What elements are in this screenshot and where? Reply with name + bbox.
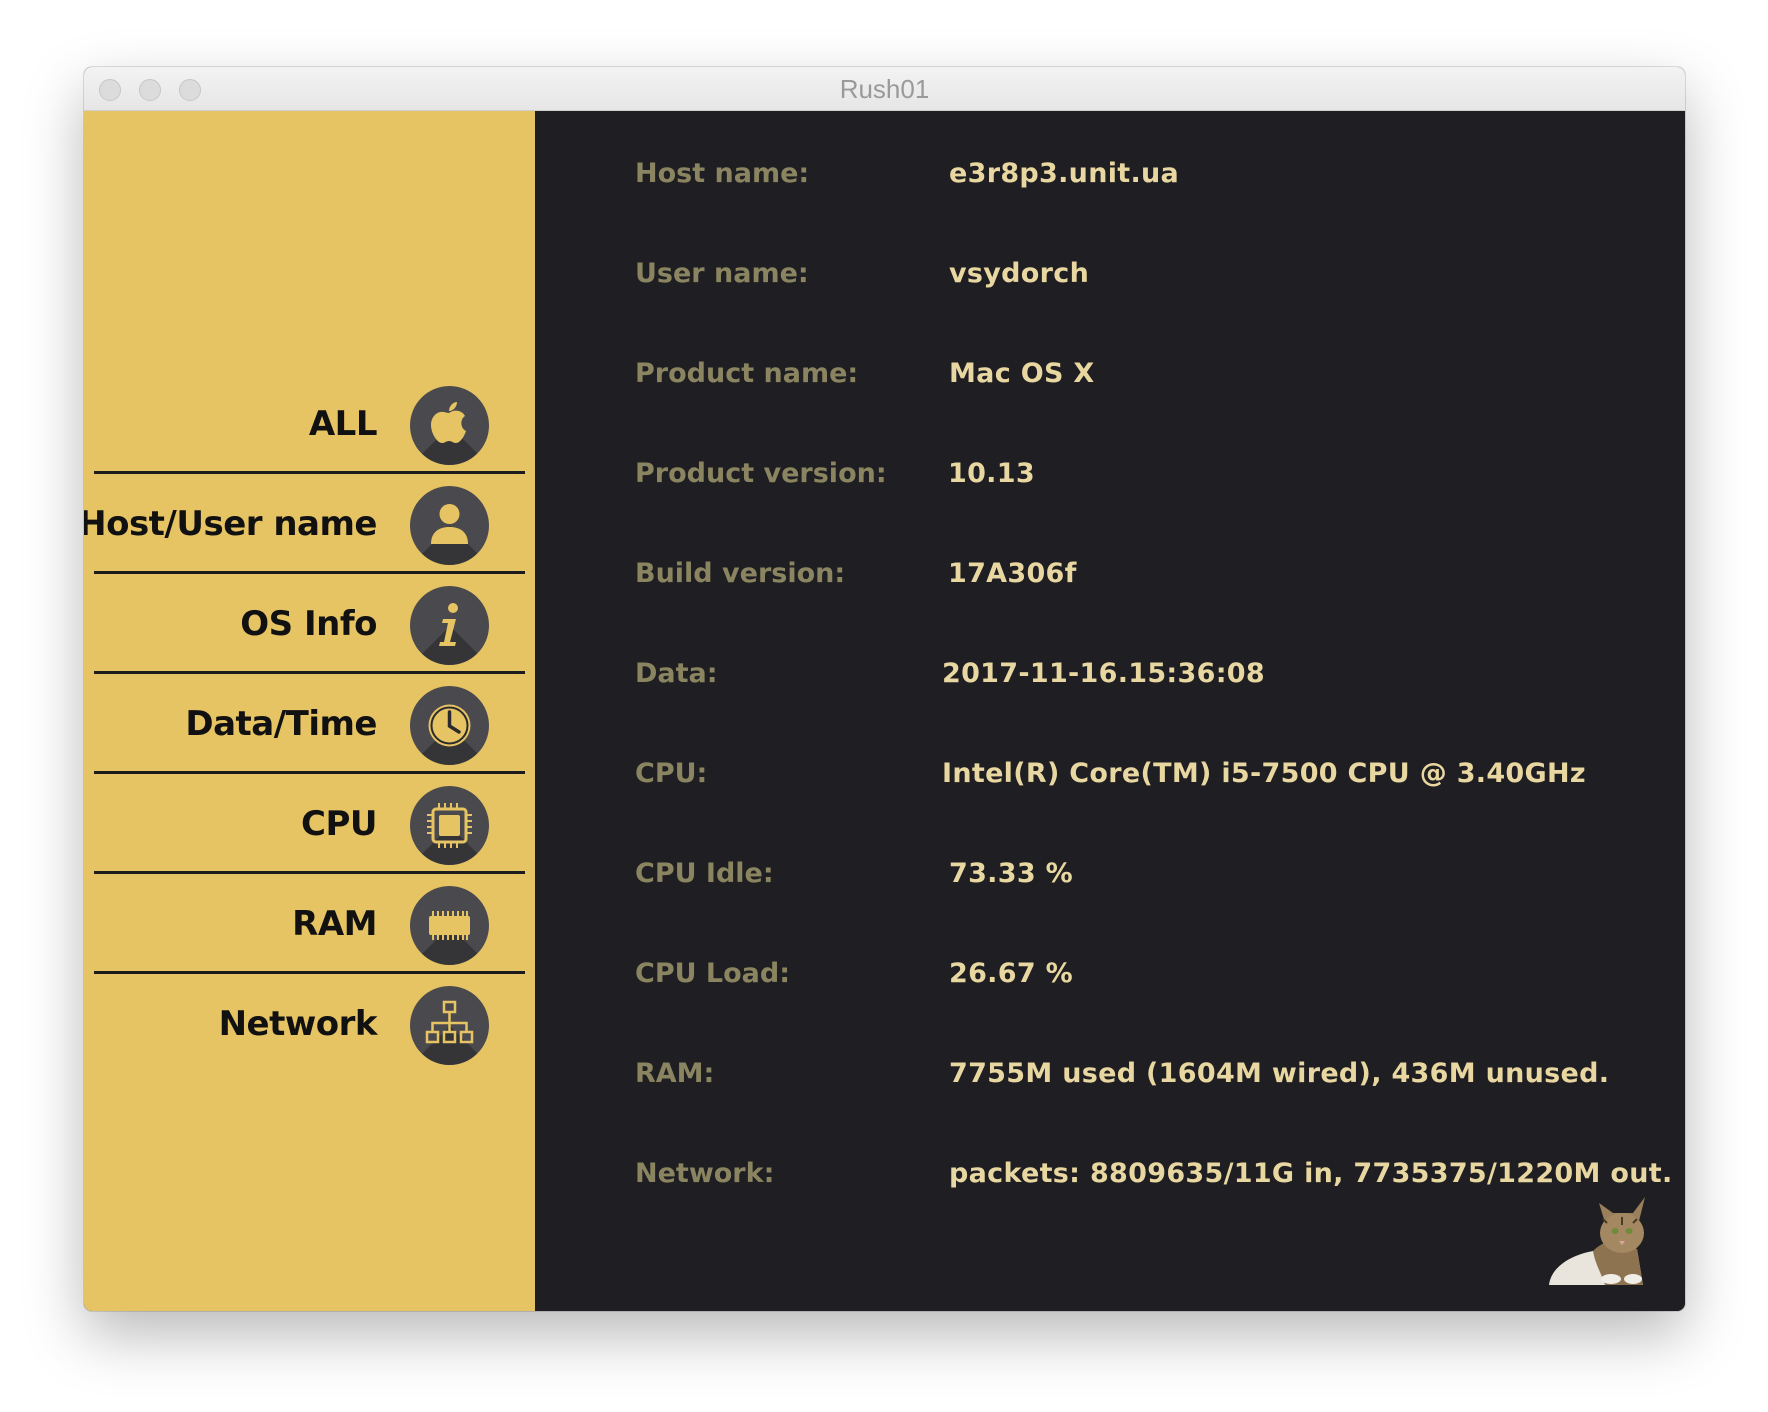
title-bar[interactable]: Rush01 (84, 67, 1685, 111)
info-value: Mac OS X (949, 358, 1095, 389)
sidebar-item-label: ALL (308, 404, 378, 444)
info-row-cpu-idle: CPU Idle: 73.33 % (535, 844, 1685, 904)
sidebar-item-label: CPU (301, 804, 377, 844)
info-icon (410, 586, 489, 665)
sidebar-item-network[interactable]: Network (94, 974, 525, 1074)
info-label: Data: (635, 658, 718, 689)
info-label: Product version: (635, 458, 887, 489)
info-value: 17A306f (948, 558, 1077, 589)
info-row-host-name: Host name: e3r8p3.unit.ua (535, 144, 1685, 204)
info-value: Intel(R) Core(TM) i5-7500 CPU @ 3.40GHz (942, 758, 1586, 789)
ram-chip-icon (410, 886, 489, 965)
network-icon (410, 986, 489, 1065)
info-row-cpu-load: CPU Load: 26.67 % (535, 944, 1685, 1004)
info-row-network: Network: packets: 8809635/11G in, 773537… (535, 1144, 1685, 1204)
sidebar-item-all[interactable]: ALL (94, 374, 525, 474)
info-row-product-name: Product name: Mac OS X (535, 344, 1685, 404)
info-label: CPU Load: (635, 958, 791, 989)
app-window: Rush01 ALL Host/User name OS Info Data/T… (84, 67, 1685, 1311)
apple-icon (410, 386, 489, 465)
info-value: 26.67 % (949, 958, 1073, 989)
cpu-chip-icon (410, 786, 489, 865)
info-label: Host name: (635, 158, 810, 189)
info-value: 10.13 (948, 458, 1035, 489)
window-title: Rush01 (839, 74, 930, 104)
info-label: Network: (635, 1158, 775, 1189)
info-value: 2017-11-16.15:36:08 (942, 658, 1265, 689)
info-label: CPU: (635, 758, 708, 789)
sidebar-item-os-info[interactable]: OS Info (94, 574, 525, 674)
cat-image (1549, 1197, 1645, 1285)
sidebar-item-cpu[interactable]: CPU (94, 774, 525, 874)
info-value: 73.33 % (949, 858, 1073, 889)
sidebar-item-host-user-name[interactable]: Host/User name (84, 474, 525, 574)
info-row-ram: RAM: 7755M used (1604M wired), 436M unus… (535, 1044, 1685, 1104)
info-row-product-version: Product version: 10.13 (535, 444, 1685, 504)
sidebar-item-label: Data/Time (185, 704, 377, 744)
info-label: RAM: (635, 1058, 715, 1089)
sidebar-item-data-time[interactable]: Data/Time (94, 674, 525, 774)
info-label: Build version: (635, 558, 846, 589)
info-row-user-name: User name: vsydorch (535, 244, 1685, 304)
clock-icon (410, 686, 489, 765)
info-label: CPU Idle: (635, 858, 774, 889)
sidebar-item-label: Network (218, 1004, 378, 1044)
sidebar-item-label: Host/User name (84, 504, 377, 544)
info-value: 7755M used (1604M wired), 436M unused. (949, 1058, 1610, 1089)
user-icon (410, 486, 489, 565)
info-label: User name: (635, 258, 809, 289)
info-row-build-version: Build version: 17A306f (535, 544, 1685, 604)
info-panel: Host name: e3r8p3.unit.ua User name: vsy… (535, 111, 1685, 1311)
info-value: vsydorch (949, 258, 1090, 289)
sidebar-item-label: OS Info (240, 604, 377, 644)
info-row-data: Data: 2017-11-16.15:36:08 (535, 644, 1685, 704)
info-label: Product name: (635, 358, 859, 389)
sidebar-item-ram[interactable]: RAM (94, 874, 525, 974)
sidebar-item-label: RAM (292, 904, 377, 944)
sidebar: ALL Host/User name OS Info Data/Time CPU… (84, 111, 535, 1311)
info-value: e3r8p3.unit.ua (949, 158, 1180, 189)
info-row-cpu: CPU: Intel(R) Core(TM) i5-7500 CPU @ 3.4… (535, 744, 1685, 804)
